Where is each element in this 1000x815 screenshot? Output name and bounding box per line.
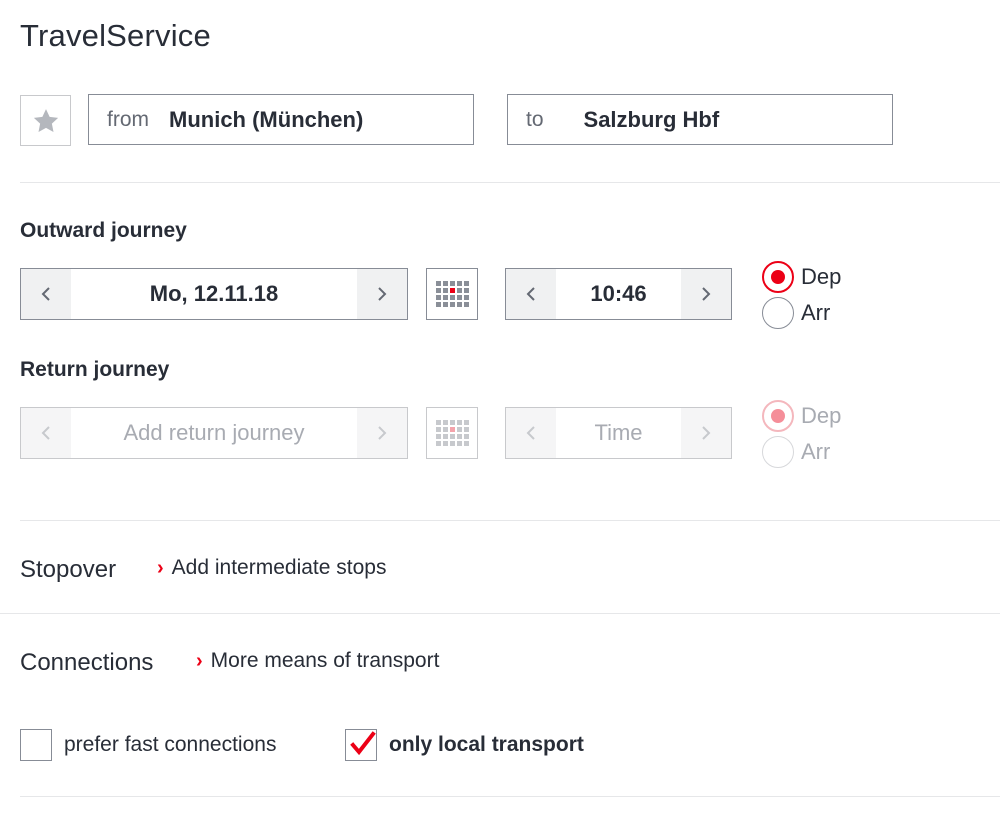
outward-arr-label: Arr bbox=[801, 300, 831, 325]
outward-date-prev-button[interactable] bbox=[21, 269, 71, 319]
outward-time-value[interactable]: 10:46 bbox=[556, 269, 681, 319]
divider bbox=[20, 796, 1000, 797]
to-label: to bbox=[526, 107, 544, 131]
chevron-right-icon bbox=[702, 287, 711, 301]
only-local-transport-label: only local transport bbox=[389, 733, 584, 756]
return-date-placeholder[interactable]: Add return journey bbox=[71, 408, 357, 458]
radio-indicator[interactable] bbox=[762, 297, 794, 329]
outward-dep-label: Dep bbox=[801, 264, 842, 289]
chevron-right-icon: › bbox=[157, 556, 164, 579]
outward-date-value[interactable]: Mo, 12.11.18 bbox=[71, 269, 357, 319]
more-means-of-transport-link[interactable]: › More means of transport bbox=[196, 649, 439, 673]
checkbox-box[interactable] bbox=[345, 729, 377, 761]
outward-date-next-button[interactable] bbox=[357, 269, 407, 319]
return-dep-radio[interactable]: Dep bbox=[762, 400, 841, 432]
return-dep-label: Dep bbox=[801, 403, 842, 428]
calendar-icon bbox=[435, 420, 469, 446]
checkbox-box[interactable] bbox=[20, 729, 52, 761]
outward-journey-heading: Outward journey bbox=[20, 219, 187, 242]
divider bbox=[20, 182, 1000, 183]
chevron-right-icon bbox=[378, 426, 387, 440]
radio-selected-indicator[interactable] bbox=[762, 400, 794, 432]
return-time-next-button[interactable] bbox=[681, 408, 731, 458]
chevron-left-icon bbox=[41, 426, 50, 440]
chevron-right-icon bbox=[702, 426, 711, 440]
prefer-fast-connections-checkbox[interactable]: prefer fast connections bbox=[20, 729, 276, 761]
radio-indicator[interactable] bbox=[762, 436, 794, 468]
star-icon bbox=[33, 108, 58, 132]
from-field[interactable]: from Munich (München) bbox=[88, 94, 474, 145]
outward-time-next-button[interactable] bbox=[681, 269, 731, 319]
outward-arr-radio[interactable]: Arr bbox=[762, 297, 830, 329]
favorite-button[interactable] bbox=[20, 95, 71, 146]
return-date-stepper: Add return journey bbox=[20, 407, 408, 459]
chevron-left-icon bbox=[41, 287, 50, 301]
stopover-label: Stopover bbox=[20, 556, 117, 583]
to-field[interactable]: to Salzburg Hbf bbox=[507, 94, 893, 145]
return-arr-label: Arr bbox=[801, 439, 831, 464]
outward-calendar-button[interactable] bbox=[426, 268, 478, 320]
add-intermediate-stops-text: Add intermediate stops bbox=[171, 556, 387, 579]
page-title: TravelService bbox=[20, 18, 211, 53]
prefer-fast-connections-label: prefer fast connections bbox=[64, 733, 277, 756]
from-value: Munich (München) bbox=[169, 106, 364, 132]
calendar-icon bbox=[435, 281, 469, 307]
return-time-placeholder[interactable]: Time bbox=[556, 408, 681, 458]
more-means-of-transport-text: More means of transport bbox=[210, 649, 440, 672]
return-calendar-button[interactable] bbox=[426, 407, 478, 459]
from-label: from bbox=[107, 107, 149, 131]
return-journey-heading: Return journey bbox=[20, 358, 170, 381]
radio-selected-indicator[interactable] bbox=[762, 261, 794, 293]
outward-time-prev-button[interactable] bbox=[506, 269, 556, 319]
return-time-prev-button[interactable] bbox=[506, 408, 556, 458]
outward-dep-radio[interactable]: Dep bbox=[762, 261, 841, 293]
divider bbox=[20, 520, 1000, 521]
only-local-transport-checkbox[interactable]: only local transport bbox=[345, 729, 584, 761]
chevron-right-icon bbox=[378, 287, 387, 301]
return-time-stepper: Time bbox=[505, 407, 732, 459]
add-intermediate-stops-link[interactable]: › Add intermediate stops bbox=[157, 556, 386, 580]
divider bbox=[0, 613, 1000, 614]
chevron-left-icon bbox=[526, 287, 535, 301]
chevron-left-icon bbox=[526, 426, 535, 440]
return-arr-radio[interactable]: Arr bbox=[762, 436, 830, 468]
to-value: Salzburg Hbf bbox=[583, 106, 720, 132]
checkmark-icon bbox=[350, 731, 376, 756]
return-date-next-button[interactable] bbox=[357, 408, 407, 458]
return-date-prev-button[interactable] bbox=[21, 408, 71, 458]
outward-time-stepper: 10:46 bbox=[505, 268, 732, 320]
connections-label: Connections bbox=[20, 649, 154, 676]
chevron-right-icon: › bbox=[196, 649, 203, 672]
outward-date-stepper: Mo, 12.11.18 bbox=[20, 268, 408, 320]
